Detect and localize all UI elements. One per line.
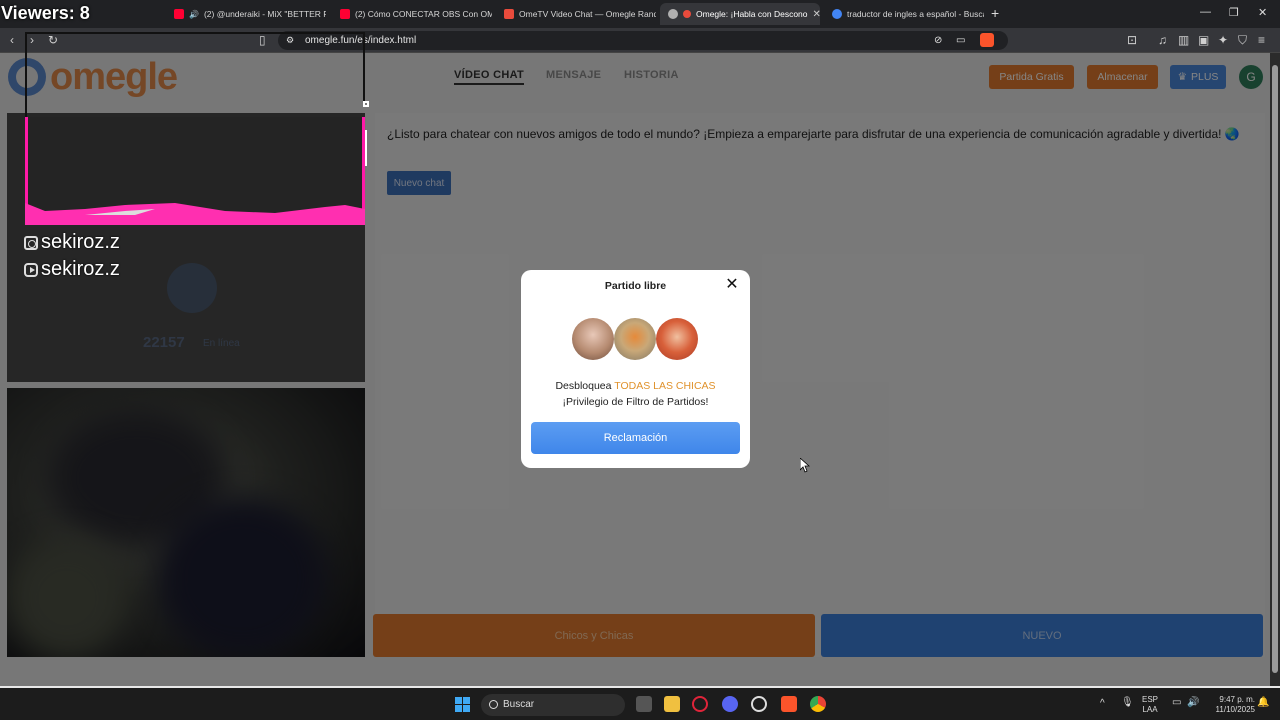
tab-title: OmeTV Video Chat — Omegle Rand	[519, 9, 656, 19]
date: 11/10/2025	[1215, 705, 1255, 714]
social-instagram: sekiroz.z	[24, 231, 120, 254]
vpn-shield-icon[interactable]: ⛉	[1238, 33, 1247, 47]
profile-photo	[572, 318, 614, 360]
overlay-frame-line	[363, 32, 365, 107]
tab-omegle[interactable]: Omegle: ¡Habla con Descono ✕	[660, 3, 820, 25]
tab-ometv[interactable]: OmeTV Video Chat — Omegle Rand	[496, 3, 656, 25]
cast-icon[interactable]: ▭	[956, 31, 965, 50]
tab-youtube-obs[interactable]: (2) Cómo CONECTAR OBS Con OME	[332, 3, 492, 25]
mouse-cursor-icon	[800, 458, 810, 473]
language-code: ESP	[1142, 695, 1159, 704]
youtube-icon	[24, 262, 38, 277]
page-scrollbar[interactable]	[1270, 53, 1280, 686]
tray-chevron-icon[interactable]: ^	[1100, 699, 1105, 709]
brave-shield-icon[interactable]	[980, 33, 994, 47]
profile-photo	[656, 318, 698, 360]
opera-icon[interactable]	[692, 696, 708, 712]
back-icon[interactable]: ‹	[10, 33, 14, 47]
overlay-handle	[363, 101, 369, 107]
modal-text-after: ¡Privilegio de Filtro de Partidos!	[562, 396, 709, 408]
close-window-icon[interactable]: ✕	[1258, 6, 1267, 19]
ai-sparkle-icon[interactable]: ✦	[1218, 33, 1228, 47]
brave-icon[interactable]	[781, 696, 797, 712]
tab-translator[interactable]: traductor de ingles a español - Busca	[824, 3, 984, 25]
screenshot-icon[interactable]: ⊡	[1127, 33, 1137, 47]
forward-icon[interactable]: ›	[30, 33, 34, 47]
obs-icon[interactable]	[751, 696, 767, 712]
wallet-icon[interactable]: ▣	[1198, 33, 1209, 47]
modal-text-highlight: TODAS LAS CHICAS	[614, 380, 716, 392]
recording-icon	[683, 10, 691, 18]
minimize-icon[interactable]: —	[1200, 6, 1211, 18]
globe-icon	[668, 9, 678, 19]
social-handle: sekiroz.z	[41, 258, 120, 280]
time: 9:47 p. m.	[1219, 695, 1255, 704]
taskbar-search[interactable]: Buscar	[481, 694, 625, 716]
close-icon[interactable]: ✕	[724, 277, 740, 293]
bookmark-icon[interactable]: ▯	[259, 33, 266, 47]
tab-title: Omegle: ¡Habla con Descono	[696, 9, 808, 19]
layout-code: LAA	[1142, 705, 1158, 714]
clock[interactable]: 9:47 p. m. 11/10/2025	[1207, 695, 1255, 715]
url-text: omegle.fun/es/index.html	[305, 35, 417, 46]
modal-title: Partido libre	[604, 280, 667, 292]
network-icon[interactable]: ▭	[1172, 698, 1181, 708]
tab-title: (2) @underaiki - MiX "BETTER RU	[203, 9, 326, 19]
close-tab-icon[interactable]: ✕	[813, 9, 820, 20]
tab-title: traductor de ingles a español - Busca	[847, 9, 984, 19]
speaker-icon: 🔊	[189, 9, 199, 19]
reload-icon[interactable]: ↻	[48, 33, 58, 47]
instagram-icon	[24, 235, 38, 250]
modal-text-before: Desbloquea	[555, 380, 615, 392]
youtube-icon	[174, 9, 184, 19]
audio-visualizer-wave	[25, 203, 365, 225]
sidebar-icon[interactable]: ▥	[1178, 33, 1189, 47]
volume-icon[interactable]: 🔊	[1187, 698, 1199, 708]
notification-icon[interactable]: 🔔	[1257, 698, 1269, 708]
ometv-icon	[504, 9, 514, 19]
menu-icon[interactable]: ≡	[1258, 33, 1265, 47]
free-match-modal: Partido libre ✕ Desbloquea TODAS LAS CHI…	[521, 270, 750, 468]
task-view-icon[interactable]	[636, 696, 652, 712]
browser-tab-bar: 🔊 (2) @underaiki - MiX "BETTER RU (2) Có…	[0, 0, 1280, 28]
tab-title: (2) Cómo CONECTAR OBS Con OME	[355, 9, 492, 19]
music-icon[interactable]: ♫	[1158, 33, 1167, 47]
file-explorer-icon[interactable]	[664, 696, 680, 712]
no-translate-icon[interactable]: ⊘	[934, 31, 942, 50]
profile-photo	[614, 318, 656, 360]
scrollbar-thumb[interactable]	[1272, 65, 1278, 673]
viewers-counter: Viewers: 8	[1, 3, 90, 23]
windows-start-icon[interactable]	[455, 697, 470, 712]
address-bar[interactable]: ⚙ omegle.fun/es/index.html ⊘ ▭	[278, 31, 1008, 50]
microphone-icon[interactable]: 🎙	[1121, 698, 1134, 708]
social-youtube: sekiroz.z	[24, 258, 120, 281]
windows-taskbar: Buscar ^ 🎙 ESP LAA ▭ 🔊 9:47 p. m. 11/10/…	[0, 686, 1280, 720]
overlay-frame-line	[25, 32, 27, 117]
chrome-icon[interactable]	[810, 696, 826, 712]
tab-youtube-mix[interactable]: 🔊 (2) @underaiki - MiX "BETTER RU	[166, 3, 326, 25]
overlay-frame-line	[25, 32, 365, 34]
modal-message: Desbloquea TODAS LAS CHICAS ¡Privilegio …	[531, 378, 740, 410]
claim-button[interactable]: Reclamación	[531, 422, 740, 454]
maximize-icon[interactable]: ❐	[1229, 6, 1239, 19]
youtube-icon	[340, 9, 350, 19]
google-icon	[832, 9, 842, 19]
new-tab-button[interactable]: +	[991, 5, 999, 21]
input-language[interactable]: ESP LAA	[1142, 695, 1158, 715]
discord-icon[interactable]	[722, 696, 738, 712]
social-handle: sekiroz.z	[41, 231, 120, 253]
